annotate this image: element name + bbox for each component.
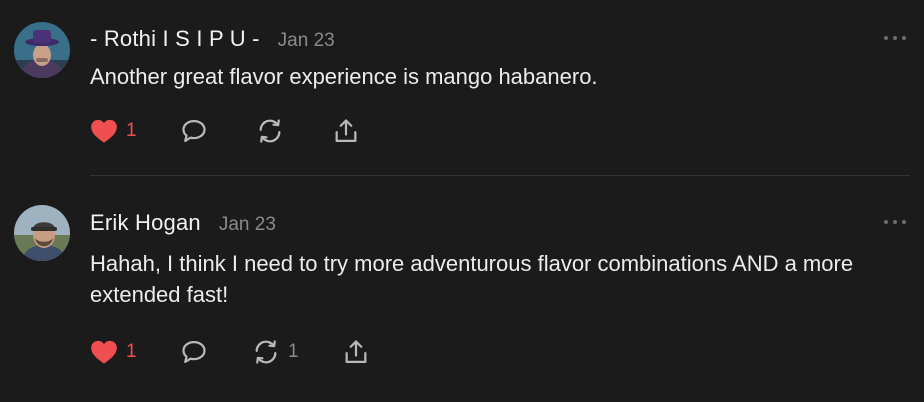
avatar[interactable] [14, 22, 70, 78]
comment-text: Another great flavor experience is mango… [90, 64, 598, 89]
reply-button[interactable] [180, 116, 208, 146]
heart-icon [91, 119, 117, 143]
restack-icon [259, 119, 281, 143]
comment-item: Erik Hogan Jan 23 Hahah, I think I need … [0, 176, 924, 402]
comment-header: - Rothi I S I P U - Jan 23 [90, 26, 335, 52]
share-button[interactable] [332, 116, 360, 146]
more-icon[interactable] [884, 33, 906, 43]
reply-icon [182, 119, 206, 143]
comment-header: Erik Hogan Jan 23 [90, 210, 276, 236]
share-button[interactable] [342, 337, 370, 367]
heart-icon [91, 340, 117, 364]
comment-text: Hahah, I think I need to try more advent… [90, 251, 854, 307]
more-icon[interactable] [884, 217, 906, 227]
like-button[interactable]: 1 [90, 337, 137, 367]
comment-date[interactable]: Jan 23 [219, 214, 276, 236]
author-name[interactable]: - Rothi I S I P U - [90, 26, 260, 52]
like-count: 1 [126, 120, 137, 141]
avatar[interactable] [14, 205, 70, 261]
avatar-image [14, 205, 70, 261]
restack-icon [255, 340, 277, 364]
comment-date[interactable]: Jan 23 [278, 30, 335, 52]
share-icon [335, 119, 357, 143]
share-icon [345, 340, 367, 364]
avatar-image [14, 22, 70, 78]
like-button[interactable]: 1 [90, 116, 137, 146]
author-name[interactable]: Erik Hogan [90, 210, 201, 236]
comment-item: - Rothi I S I P U - Jan 23 Another great… [0, 0, 924, 176]
restack-button[interactable]: 1 [252, 337, 299, 367]
reply-button[interactable] [180, 337, 208, 367]
like-count: 1 [126, 341, 137, 362]
reply-icon [182, 340, 206, 364]
restack-button[interactable] [256, 116, 284, 146]
restack-count: 1 [288, 341, 299, 362]
